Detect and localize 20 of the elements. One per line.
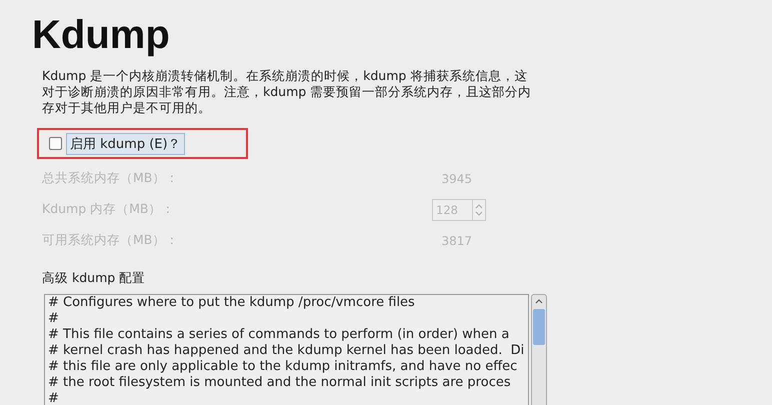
config-line: #	[48, 311, 60, 327]
memory-label: Kdump 内存（MB）：	[42, 201, 176, 218]
memory-label: 可用系统内存（MB）：	[42, 232, 180, 249]
config-line: # Configures where to put the kdump /proc/vmcore files	[48, 295, 416, 311]
enable-checkbox[interactable]	[49, 137, 62, 150]
vertical-scrollbar[interactable]	[531, 294, 547, 405]
config-line: # this file are only applicable to the kdump initramfs, and have no effec	[48, 359, 518, 375]
memory-label: 总共系统内存（MB）：	[42, 170, 180, 187]
page-title: Kdump	[32, 12, 171, 59]
enable-kdump-label[interactable]: 启用 kdump (E)？	[66, 132, 185, 154]
description-text: Kdump 是一个内核崩溃转储机制。在系统崩溃的时候，kdump 将捕获系统信息，这对于诊断崩溃的原因非常有用。注意，kdump 需要预留一部分系统内存，且这部分内存对于其他用户是不可用的。	[42, 68, 532, 116]
config-line: #	[48, 391, 60, 405]
config-text-area[interactable]	[44, 294, 529, 405]
memory-value: 3817	[440, 234, 472, 248]
scrollbar-thumb[interactable]	[533, 309, 545, 345]
advanced-config-label: 高级 kdump 配置	[42, 270, 146, 287]
config-line: # This file contains a series of commands to perform (in order) when a	[48, 327, 510, 343]
config-line: # the root filesystem is mounted and the normal init scripts are proces	[48, 375, 512, 391]
config-line: # kernel crash has happened and the kdump kernel has been loaded. Di	[48, 343, 526, 359]
memory-value: 3945	[440, 172, 472, 186]
